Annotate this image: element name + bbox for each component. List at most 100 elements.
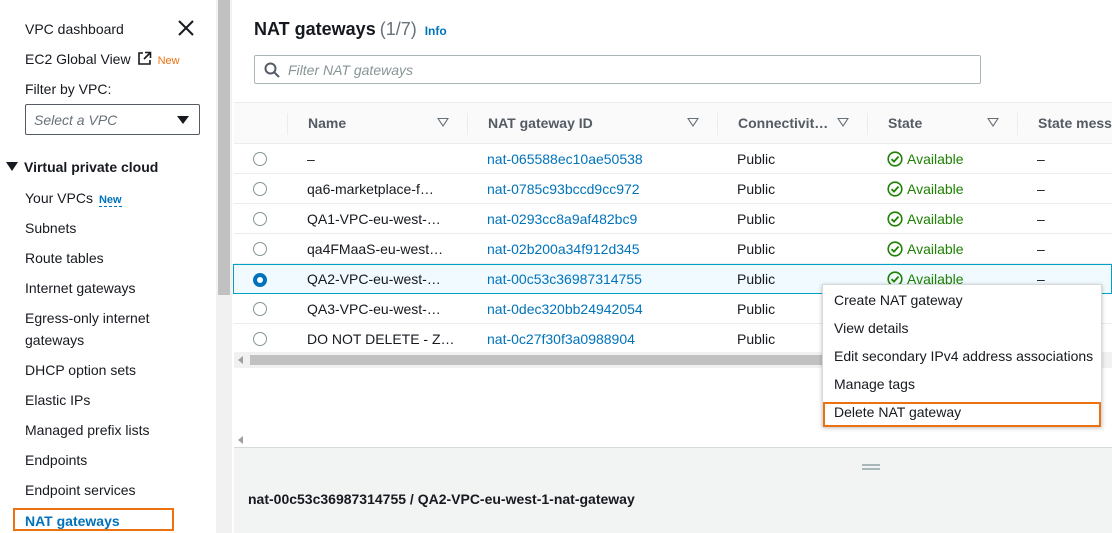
sidebar-scrollbar[interactable] xyxy=(216,0,232,533)
row-radio[interactable] xyxy=(253,182,267,196)
vpc-filter-placeholder: Select a VPC xyxy=(34,112,118,128)
sidebar-item-your-vpcs[interactable]: Your VPCs New xyxy=(25,190,122,207)
row-radio[interactable] xyxy=(253,242,267,256)
main-content: NAT gateways (1/7) Info Filter NAT gateway… xyxy=(233,0,1112,533)
sidebar-item-elastic-ips[interactable]: Elastic IPs xyxy=(25,392,90,408)
sidebar-item-nat-gateways[interactable]: NAT gateways xyxy=(13,508,174,531)
cell-connectivity: Public xyxy=(737,211,776,227)
sidebar-item-internet-gateways[interactable]: Internet gateways xyxy=(25,280,136,296)
menu-item-edit-secondary-ipv4[interactable]: Edit secondary IPv4 address associations xyxy=(834,348,1093,364)
state-text: Available xyxy=(907,211,964,227)
caret-down-icon xyxy=(6,162,18,171)
sidebar-item-egress-only-internet-gateways-line2[interactable]: gateways xyxy=(25,332,84,348)
cell-connectivity: Public xyxy=(737,331,776,347)
row-radio[interactable] xyxy=(253,212,267,226)
search-input[interactable]: Filter NAT gateways xyxy=(254,55,981,84)
sort-icon[interactable] xyxy=(987,118,999,127)
page-title-text: NAT gateways xyxy=(254,19,376,39)
cell-name: QA2-VPC-eu-west-… xyxy=(307,271,441,287)
cell-nat-gateway-id[interactable]: nat-0785c93bccd9cc972 xyxy=(487,181,640,197)
column-state-message[interactable]: State messa xyxy=(1038,115,1112,131)
cell-nat-gateway-id[interactable]: nat-065588ec10ae50538 xyxy=(487,151,643,167)
column-nat-gateway-id[interactable]: NAT gateway ID xyxy=(488,115,593,131)
column-connectivity[interactable]: Connectivit… xyxy=(738,115,828,131)
menu-item-view-details[interactable]: View details xyxy=(834,320,908,336)
cell-connectivity: Public xyxy=(737,241,776,257)
sort-icon[interactable] xyxy=(437,118,449,127)
table-row[interactable]: qa4FMaaS-eu-west… nat-02b200a34f912d345 … xyxy=(234,234,1112,264)
check-circle-icon xyxy=(887,151,903,167)
table-row[interactable]: qa6-marketplace-f… nat-0785c93bccd9cc972… xyxy=(234,174,1112,204)
column-divider[interactable] xyxy=(867,113,868,135)
row-radio-selected[interactable] xyxy=(253,273,267,287)
check-circle-icon xyxy=(887,181,903,197)
sidebar-item-endpoints[interactable]: Endpoints xyxy=(25,452,87,468)
cell-name: DO NOT DELETE - Z… xyxy=(307,331,455,347)
sidebar-item-dhcp-option-sets[interactable]: DHCP option sets xyxy=(25,362,136,378)
column-state[interactable]: State xyxy=(888,115,922,131)
table-header: Name NAT gateway ID Connectivit… State S… xyxy=(234,102,1112,144)
cell-name: QA1-VPC-eu-west-… xyxy=(307,211,441,227)
row-radio[interactable] xyxy=(253,152,267,166)
search-icon xyxy=(264,62,280,78)
check-circle-icon xyxy=(887,241,903,257)
sidebar-item-endpoint-services[interactable]: Endpoint services xyxy=(25,482,136,498)
sidebar-item-subnets[interactable]: Subnets xyxy=(25,220,76,236)
cell-nat-gateway-id[interactable]: nat-0293cc8a9af482bc9 xyxy=(487,211,637,227)
menu-item-create-nat-gateway[interactable]: Create NAT gateway xyxy=(834,292,963,308)
column-divider[interactable] xyxy=(467,113,468,135)
vpc-filter-select[interactable]: Select a VPC xyxy=(25,104,200,135)
menu-item-delete-nat-gateway[interactable]: Delete NAT gateway xyxy=(834,404,961,420)
cell-state-message: – xyxy=(1037,181,1045,197)
section-virtual-private-cloud[interactable]: Virtual private cloud xyxy=(6,159,158,175)
cell-nat-gateway-id[interactable]: nat-0c27f30f3a0988904 xyxy=(487,331,635,347)
scrollbar-thumb[interactable] xyxy=(250,355,850,365)
sidebar-item-vpc-dashboard[interactable]: VPC dashboard xyxy=(25,21,124,37)
sidebar-item-label: EC2 Global View xyxy=(25,51,131,67)
cell-connectivity: Public xyxy=(737,151,776,167)
actions-menu: Create NAT gateway View details Edit sec… xyxy=(822,284,1102,427)
cell-state: Available xyxy=(887,241,964,257)
scrollbar-thumb[interactable] xyxy=(218,0,230,295)
cell-connectivity: Public xyxy=(737,301,776,317)
cell-connectivity: Public xyxy=(737,271,776,287)
cell-name: qa6-marketplace-f… xyxy=(307,181,434,197)
cell-nat-gateway-id[interactable]: nat-02b200a34f912d345 xyxy=(487,241,640,257)
column-divider[interactable] xyxy=(717,113,718,135)
scroll-left-arrow-icon[interactable] xyxy=(238,356,243,364)
cell-nat-gateway-id[interactable]: nat-00c53c36987314755 xyxy=(487,271,642,287)
sidebar-item-ec2-global-view[interactable]: EC2 Global View New xyxy=(25,51,180,69)
new-badge: New xyxy=(98,194,122,207)
sidebar: VPC dashboard EC2 Global View New Filter … xyxy=(0,0,216,533)
cell-state: Available xyxy=(887,181,964,197)
column-divider xyxy=(287,113,288,135)
cell-state: Available xyxy=(887,151,964,167)
section-title: Virtual private cloud xyxy=(24,159,159,175)
external-link-icon xyxy=(137,51,152,69)
menu-item-manage-tags[interactable]: Manage tags xyxy=(834,376,915,392)
sort-icon[interactable] xyxy=(837,118,849,127)
check-circle-icon xyxy=(887,211,903,227)
selection-count: (1/7) xyxy=(379,19,417,39)
filter-by-vpc-label: Filter by VPC: xyxy=(25,81,112,97)
sidebar-item-route-tables[interactable]: Route tables xyxy=(25,250,104,266)
sort-icon[interactable] xyxy=(687,118,699,127)
table-row[interactable]: QA1-VPC-eu-west-… nat-0293cc8a9af482bc9 … xyxy=(234,204,1112,234)
table-row[interactable]: – nat-065588ec10ae50538 Public Available… xyxy=(234,144,1112,174)
resize-handle-icon[interactable] xyxy=(862,464,880,470)
scroll-left-arrow-icon[interactable] xyxy=(238,436,243,444)
sidebar-item-managed-prefix-lists[interactable]: Managed prefix lists xyxy=(25,422,150,438)
column-name[interactable]: Name xyxy=(308,115,346,131)
info-link[interactable]: Info xyxy=(425,24,447,38)
row-radio[interactable] xyxy=(253,332,267,346)
row-radio[interactable] xyxy=(253,302,267,316)
sidebar-item-egress-only-internet-gateways[interactable]: Egress-only internet xyxy=(25,310,150,326)
state-text: Available xyxy=(907,151,964,167)
cell-nat-gateway-id[interactable]: nat-0dec320bb24942054 xyxy=(487,301,643,317)
search-placeholder: Filter NAT gateways xyxy=(288,62,413,78)
close-icon[interactable] xyxy=(176,18,196,38)
cell-name: QA3-VPC-eu-west-… xyxy=(307,301,441,317)
state-text: Available xyxy=(907,181,964,197)
column-divider[interactable] xyxy=(1017,113,1018,135)
cell-name: – xyxy=(307,151,315,167)
